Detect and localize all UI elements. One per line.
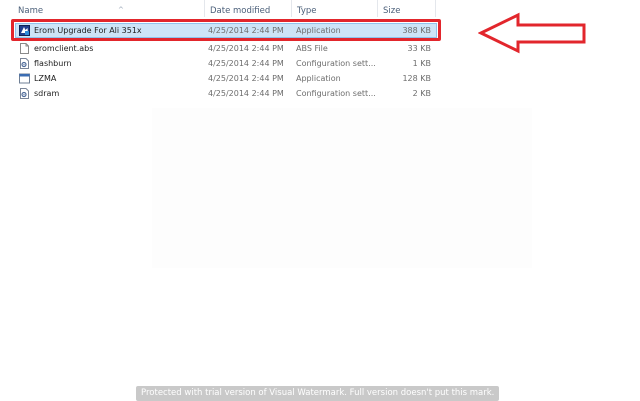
column-header-date-modified[interactable]: Date modified (205, 0, 292, 17)
file-size: 2 KB (412, 89, 431, 98)
file-name: LZMA (34, 74, 57, 83)
file-name: flashburn (34, 59, 72, 68)
application-icon (19, 73, 30, 84)
file-row-flashburn[interactable]: flashburn 4/25/2014 2:44 PM Configuratio… (13, 56, 435, 71)
file-row-lzma[interactable]: LZMA 4/25/2014 2:44 PM Application 128 K… (13, 71, 435, 86)
column-header-name-label: Name (18, 6, 44, 16)
file-date-modified: 4/25/2014 2:44 PM (208, 74, 284, 83)
annotation-highlight-box (11, 19, 441, 41)
column-header-type[interactable]: Type (292, 0, 378, 17)
blank-file-icon (20, 43, 29, 54)
file-size: 128 KB (402, 74, 431, 83)
background-panel (152, 108, 532, 268)
file-date-modified: 4/25/2014 2:44 PM (208, 44, 284, 53)
sort-ascending-icon: ^ (118, 6, 124, 14)
column-header-type-label: Type (297, 6, 317, 16)
watermark-text: Protected with trial version of Visual W… (136, 386, 500, 401)
file-name: sdram (34, 89, 60, 98)
column-header-name[interactable]: Name ^ (13, 0, 205, 17)
file-type: Application (296, 74, 341, 83)
file-row-eromclient[interactable]: eromclient.abs 4/25/2014 2:44 PM ABS Fil… (13, 41, 435, 56)
file-name: eromclient.abs (34, 44, 94, 53)
file-type: ABS File (296, 44, 328, 53)
column-header-size[interactable]: Size (378, 0, 436, 17)
config-file-icon (20, 58, 29, 69)
file-date-modified: 4/25/2014 2:44 PM (208, 89, 284, 98)
file-type: Configuration sett... (296, 89, 376, 98)
file-row-sdram[interactable]: sdram 4/25/2014 2:44 PM Configuration se… (13, 86, 435, 101)
column-header-size-label: Size (383, 6, 401, 16)
config-file-icon (20, 88, 29, 99)
file-type: Configuration sett... (296, 59, 376, 68)
file-date-modified: 4/25/2014 2:44 PM (208, 59, 284, 68)
column-header-date-label: Date modified (210, 6, 271, 16)
annotation-arrow-icon (478, 12, 586, 54)
file-size: 33 KB (407, 44, 431, 53)
file-size: 1 KB (412, 59, 431, 68)
